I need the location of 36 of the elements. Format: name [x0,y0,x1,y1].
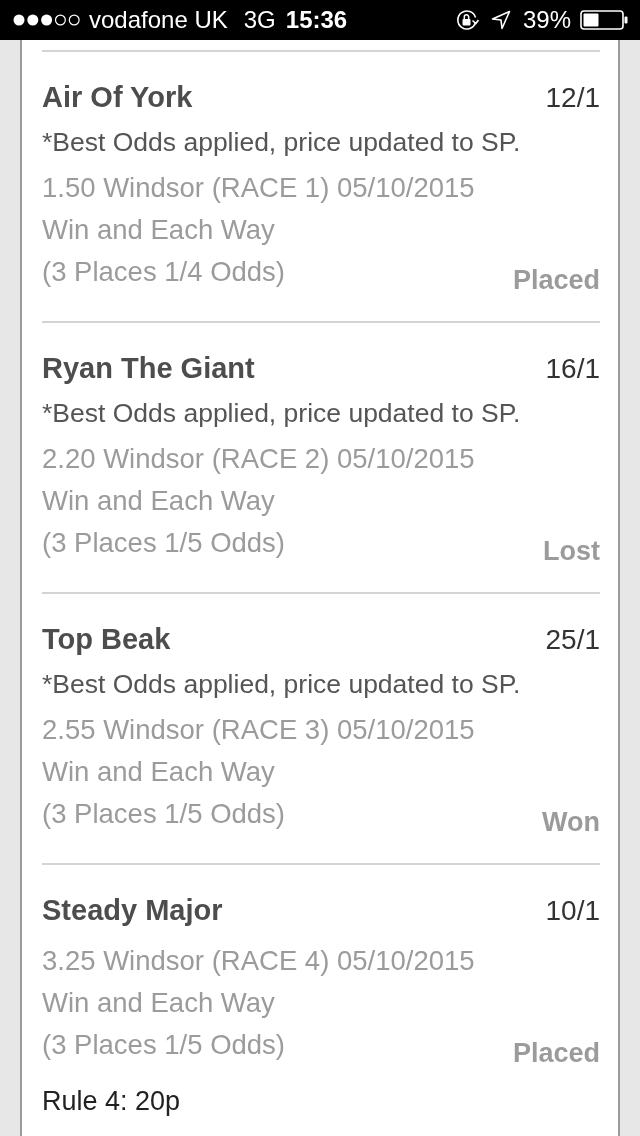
horse-name: Steady Major [42,893,223,928]
odds-text: 12/1 [545,81,600,115]
best-odds-note: *Best Odds applied, price updated to SP. [42,126,522,159]
result-status: Won [542,809,600,835]
signal-dots-icon [13,14,80,26]
carrier-name: vodafone UK [89,6,228,34]
race-details: 2.55 Windsor (RACE 3) 05/10/2015 [42,713,475,747]
battery-icon [580,10,628,30]
race-details: 2.20 Windsor (RACE 2) 05/10/2015 [42,442,475,476]
place-terms: (3 Places 1/5 Odds) [42,526,286,560]
best-odds-note: *Best Odds applied, price updated to SP. [42,397,522,430]
clock-time: 15:36 [285,6,348,34]
bet-type: Win and Each Way [42,213,275,247]
odds-text: 25/1 [545,623,600,657]
network-type: 3G [243,6,276,34]
horse-name: Top Beak [42,622,171,657]
place-terms: (3 Places 1/5 Odds) [42,797,286,831]
odds-text: 10/1 [545,894,600,928]
result-status: Placed [512,267,600,293]
location-arrow-icon [490,10,511,30]
place-terms: (3 Places 1/5 Odds) [42,1028,286,1062]
horse-name: Ryan The Giant [42,351,255,386]
race-details: 3.25 Windsor (RACE 4) 05/10/2015 [42,944,475,978]
rotation-lock-icon [454,8,479,32]
horse-name: Air Of York [42,80,193,115]
race-details: 1.50 Windsor (RACE 1) 05/10/2015 [42,171,475,205]
odds-text: 16/1 [545,352,600,386]
bet-type: Win and Each Way [42,986,275,1020]
result-status: Lost [543,538,600,564]
rule-4-deduction: Rule 4: 20p [42,1085,182,1118]
bet-type: Win and Each Way [42,755,275,789]
place-terms: (3 Places 1/4 Odds) [42,255,286,289]
best-odds-note: *Best Odds applied, price updated to SP. [42,668,522,701]
bet-type: Win and Each Way [42,484,275,518]
result-status: Placed [512,1040,600,1066]
battery-percentage: 39% [522,6,571,34]
